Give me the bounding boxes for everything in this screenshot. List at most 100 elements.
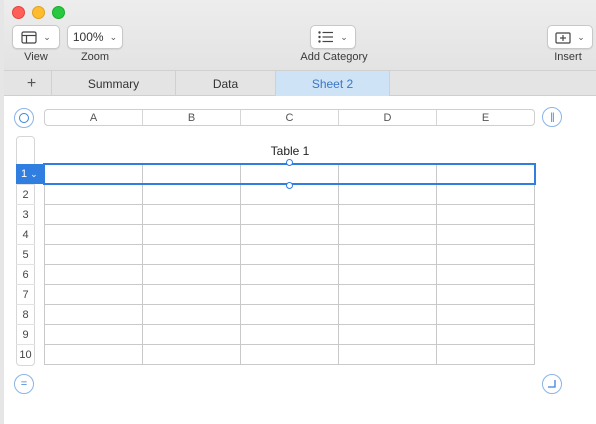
table-cell[interactable]: [240, 284, 339, 305]
table-cell[interactable]: [436, 184, 535, 205]
table-cell[interactable]: [142, 184, 241, 205]
table-cell[interactable]: [240, 304, 339, 325]
list-icon: [318, 31, 334, 43]
resize-handle-top[interactable]: [286, 159, 293, 166]
table-cell[interactable]: [240, 244, 339, 265]
table-cell[interactable]: [338, 264, 437, 285]
corner-resize-icon: [548, 380, 556, 388]
table-cell[interactable]: [240, 224, 339, 245]
tab-sheet-2[interactable]: Sheet 2: [276, 71, 390, 96]
row-header[interactable]: 7: [16, 284, 35, 304]
insert-button[interactable]: ⌄: [547, 25, 593, 49]
chevron-down-icon: ⌄: [109, 31, 118, 42]
table-row: [44, 324, 535, 345]
row-number: 1: [21, 168, 28, 180]
table-cell[interactable]: [44, 344, 143, 365]
minimize-window-button[interactable]: [32, 6, 45, 19]
sidebar-layout-icon: [21, 30, 37, 44]
table-cell[interactable]: [338, 224, 437, 245]
column-header[interactable]: D: [339, 110, 437, 125]
table-cell[interactable]: [142, 204, 241, 225]
zoom-label: Zoom: [80, 51, 110, 63]
table-cell[interactable]: [142, 344, 241, 365]
table-cell[interactable]: [240, 324, 339, 345]
view-label: View: [24, 51, 48, 63]
table-cell[interactable]: [436, 204, 535, 225]
table-row: [44, 284, 535, 305]
double-bar-icon: ||: [550, 111, 554, 123]
row-header[interactable]: 8: [16, 304, 35, 324]
table-cell[interactable]: [338, 344, 437, 365]
table-cell[interactable]: [142, 284, 241, 305]
row-header[interactable]: 6: [16, 264, 35, 284]
table-row: [44, 304, 535, 325]
table-cell[interactable]: [436, 264, 535, 285]
table-cell[interactable]: [142, 224, 241, 245]
table-cell[interactable]: [240, 344, 339, 365]
column-header-bar[interactable]: A B C D E: [44, 109, 535, 126]
resize-table-handle[interactable]: [542, 374, 562, 394]
zoom-window-button[interactable]: [52, 6, 65, 19]
row-header[interactable]: 5: [16, 244, 35, 264]
table-row: [44, 264, 535, 285]
circle-icon: [19, 113, 29, 123]
table-cell[interactable]: [44, 324, 143, 345]
chevron-down-icon[interactable]: ⌄: [30, 169, 38, 180]
row-header[interactable]: 2: [16, 184, 35, 204]
add-category-button[interactable]: ⌄: [310, 25, 356, 49]
view-button[interactable]: ⌄: [12, 25, 60, 49]
column-header[interactable]: B: [143, 110, 241, 125]
table-cell[interactable]: [436, 304, 535, 325]
column-header[interactable]: C: [241, 110, 339, 125]
table-cell[interactable]: [338, 324, 437, 345]
table-cell[interactable]: [338, 244, 437, 265]
table-cell[interactable]: [240, 264, 339, 285]
add-sheet-button[interactable]: +: [12, 71, 52, 96]
resize-handle-bottom[interactable]: [286, 182, 293, 189]
table-cell[interactable]: [436, 224, 535, 245]
row-header[interactable]: 10: [16, 344, 35, 364]
table-cell[interactable]: [338, 304, 437, 325]
row-header[interactable]: 4: [16, 224, 35, 244]
chevron-down-icon: ⌄: [340, 31, 348, 42]
insert-label: Insert: [554, 51, 582, 63]
sheet-tab-bar: + Summary Data Sheet 2: [4, 70, 596, 96]
column-header[interactable]: A: [45, 110, 143, 125]
table-cell[interactable]: [436, 284, 535, 305]
table-cell[interactable]: [44, 244, 143, 265]
numbers-window: ⌄ View 100% ⌄ Zoom ⌄ Add Category ⌄ Inse…: [4, 0, 596, 424]
row-header-selected[interactable]: 1 ⌄: [16, 164, 44, 184]
tab-data[interactable]: Data: [176, 71, 276, 96]
table-cell[interactable]: [142, 324, 241, 345]
table-cell[interactable]: [142, 264, 241, 285]
table-cell[interactable]: [436, 344, 535, 365]
add-column-handle[interactable]: ||: [542, 107, 562, 127]
close-window-button[interactable]: [12, 6, 25, 19]
table-cell[interactable]: [44, 304, 143, 325]
add-row-handle[interactable]: =: [14, 374, 34, 394]
table-cell[interactable]: [436, 244, 535, 265]
table-cell[interactable]: [142, 244, 241, 265]
table-cell[interactable]: [338, 184, 437, 205]
table-cell[interactable]: [338, 284, 437, 305]
table-cell[interactable]: [436, 324, 535, 345]
table-cell[interactable]: [44, 184, 143, 205]
table-cell[interactable]: [44, 224, 143, 245]
table-cell[interactable]: [240, 204, 339, 225]
table-cell[interactable]: [338, 204, 437, 225]
tab-summary[interactable]: Summary: [52, 71, 176, 96]
zoom-select[interactable]: 100% ⌄: [67, 25, 123, 49]
select-table-button[interactable]: [14, 108, 34, 128]
column-header[interactable]: E: [437, 110, 534, 125]
table-cell[interactable]: [44, 204, 143, 225]
table-cell[interactable]: [142, 304, 241, 325]
tab-label: Summary: [87, 76, 140, 91]
insert-plus-icon: [555, 31, 571, 44]
sheet-canvas: A B C D E || Table 1 1 ⌄ 2 3 4 5 6 7 8 9…: [4, 96, 596, 424]
table-cell[interactable]: [44, 284, 143, 305]
table-title[interactable]: Table 1: [240, 144, 340, 158]
row-header[interactable]: 9: [16, 324, 35, 344]
row-header[interactable]: 3: [16, 204, 35, 224]
table-cell[interactable]: [44, 264, 143, 285]
table-row: [44, 244, 535, 265]
